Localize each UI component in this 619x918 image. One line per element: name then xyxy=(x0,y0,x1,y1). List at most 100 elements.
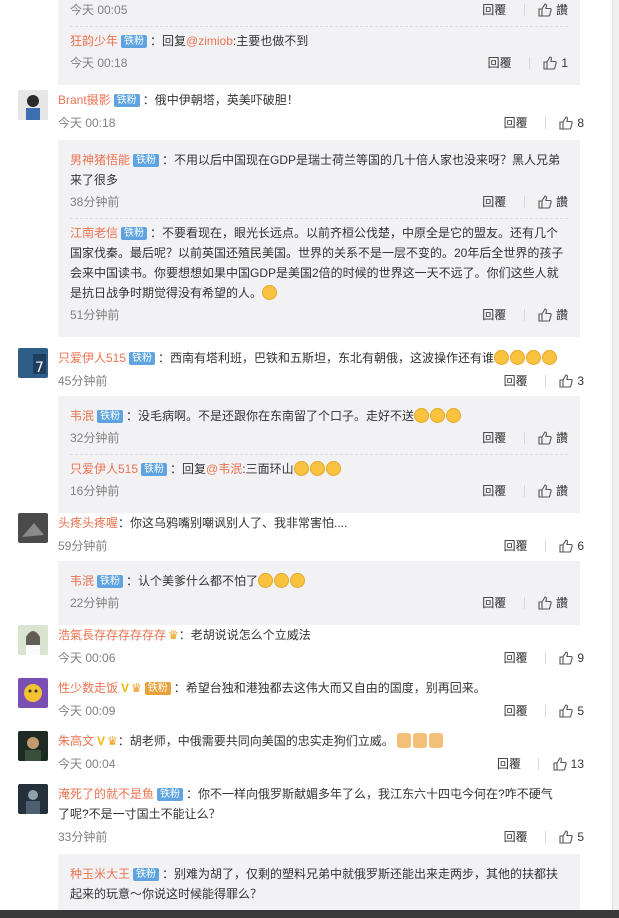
comment-username[interactable]: 淹死了的就不是鱼 xyxy=(58,787,154,801)
comment-text: ：西南有塔利班，巴铁和五斯坦，东北有朝俄，这波操作还有谁 xyxy=(158,351,495,365)
reply-username[interactable]: 江南老信 xyxy=(70,226,118,240)
reply-box: 种玉米大王 铁粉 ：别难为胡了，仅剩的塑料兄弟中就俄罗斯还能出来走两步，其他的扶都扶… xyxy=(58,854,580,910)
comment-username[interactable]: 只爱伊人515 xyxy=(58,351,126,365)
thumbs-up-icon xyxy=(538,195,552,209)
thumbs-up-icon xyxy=(559,374,574,388)
like-button[interactable]: 讚 xyxy=(538,484,568,498)
laugh-emoji-icon xyxy=(258,573,274,588)
reply-prefix: ：回复 xyxy=(150,34,187,48)
like-button[interactable]: 讚 xyxy=(538,431,568,445)
reply-button[interactable]: 回覆 xyxy=(482,431,506,445)
emoji-icon xyxy=(293,461,309,476)
reply-item: 只爱伊人515 铁粉 ：回复@韦泯:三面环山 16分钟前 回覆 讚 xyxy=(70,454,568,507)
reply-username[interactable]: 韦泯 xyxy=(70,409,94,423)
reply-meta: 16分钟前 回覆 讚 xyxy=(70,481,568,501)
reply-meta: 38分钟前 回覆 讚 xyxy=(70,192,568,212)
comment-meta: 59分钟前 回覆 6 xyxy=(58,536,592,556)
reply-text: 狂韵少年 铁粉 ：回复@zimiob:主要也做不到 xyxy=(70,31,568,51)
divider xyxy=(528,57,530,69)
comment-username[interactable]: 性少数走饭 xyxy=(58,681,118,695)
reply-username[interactable]: 男神猪悟能 xyxy=(70,153,130,167)
laugh-emoji-icon xyxy=(414,408,430,423)
reply-username[interactable]: 韦泯 xyxy=(70,574,94,588)
reply-content: :三面环山 xyxy=(242,462,294,476)
reply-item: 种玉米大王 铁粉 ：别难为胡了，仅剩的塑料兄弟中就俄罗斯还能出来走两步，其他的扶都扶… xyxy=(70,860,568,910)
avatar[interactable] xyxy=(18,625,48,655)
reply-item: 男神猪悟能 铁粉 ：不用以后中国现在GDP是瑞士荷兰等国的几十倍人家也没来呀？黑人兄… xyxy=(70,146,568,218)
comment-username[interactable]: 浩氣長存存存存存存 xyxy=(58,628,166,642)
avatar[interactable] xyxy=(18,784,48,814)
comment-username[interactable]: 头疼头疼喔 xyxy=(58,516,118,530)
fan-badge: 铁粉 xyxy=(141,463,168,476)
divider xyxy=(523,309,525,321)
like-button[interactable]: 5 xyxy=(559,830,584,844)
divider xyxy=(523,4,525,16)
reply-time: 38分钟前 xyxy=(70,195,120,209)
mention-link[interactable]: @韦泯 xyxy=(206,462,242,476)
comment-time: 今天 00:18 xyxy=(58,116,116,130)
reply-username[interactable]: 只爱伊人515 xyxy=(70,462,138,476)
like-button[interactable]: 6 xyxy=(559,539,584,553)
reply-button[interactable]: 回覆 xyxy=(504,374,528,388)
reply-button[interactable]: 回覆 xyxy=(482,308,506,322)
comment-username[interactable]: 朱高文 xyxy=(58,734,94,748)
like-button[interactable]: 讚 xyxy=(538,3,568,17)
reply-username[interactable]: 种玉米大王 xyxy=(70,867,130,881)
fan-badge: 铁粉 xyxy=(97,410,124,423)
reply-button[interactable]: 回覆 xyxy=(504,651,528,665)
divider xyxy=(544,117,546,129)
like-button[interactable]: 讚 xyxy=(538,195,568,209)
reply-username[interactable]: 狂韵少年 xyxy=(70,34,118,48)
reply-actions: 回覆 讚 xyxy=(482,305,568,325)
like-button[interactable]: 3 xyxy=(559,374,584,388)
reply-button[interactable]: 回覆 xyxy=(497,757,521,771)
reply-button[interactable]: 回覆 xyxy=(482,3,506,17)
like-button[interactable]: 1 xyxy=(543,56,568,70)
reply-actions: 回覆 讚 xyxy=(482,192,568,212)
thumbs-up-icon xyxy=(538,431,552,445)
comment-time: 今天 00:06 xyxy=(58,651,116,665)
reply-item: 韦泯 铁粉 ：没毛病啊。不是还跟你在东南留了个口子。走好不送 32分钟前 回覆 讚 xyxy=(70,402,568,454)
like-button[interactable]: 13 xyxy=(553,757,584,771)
avatar[interactable]: 7 xyxy=(18,348,48,378)
like-count: 9 xyxy=(577,651,584,665)
vip-crown-icon: ♛ xyxy=(107,734,118,748)
comment-text: ：俄中伊朝塔，英美吓破胆！ xyxy=(142,93,299,107)
like-button[interactable]: 9 xyxy=(559,651,584,665)
comment-time: 今天 00:04 xyxy=(58,757,116,771)
reply-actions: 回覆 讚 xyxy=(482,428,568,448)
comment-actions: 回覆 9 xyxy=(504,648,584,668)
reply-time: 今天 00:18 xyxy=(70,56,128,70)
reply-button[interactable]: 回覆 xyxy=(504,116,528,130)
scrollbar[interactable] xyxy=(612,0,619,910)
like-button[interactable]: 8 xyxy=(559,116,584,130)
avatar[interactable] xyxy=(18,731,48,761)
like-count: 1 xyxy=(561,56,568,70)
reply-button[interactable]: 回覆 xyxy=(482,195,506,209)
avatar[interactable] xyxy=(18,678,48,708)
mention-link[interactable]: @zimiob xyxy=(186,34,233,48)
like-button[interactable]: 5 xyxy=(559,704,584,718)
reply-item: 狂韵少年 铁粉 ：回复@zimiob:主要也做不到 今天 00:18 回覆 1 xyxy=(70,26,568,79)
reply-button[interactable]: 回覆 xyxy=(504,704,528,718)
reply-button[interactable]: 回覆 xyxy=(504,539,528,553)
reply-button[interactable]: 回覆 xyxy=(488,56,512,70)
reply-button[interactable]: 回覆 xyxy=(504,830,528,844)
like-count: 3 xyxy=(577,374,584,388)
comment-body: 浩氣長存存存存存存 ♛：老胡说说怎么个立威法 今天 00:06 回覆 9 xyxy=(58,625,592,668)
reply-box: 韦泯 铁粉 ：认个美爹什么都不怕了 22分钟前 回覆 讚 xyxy=(58,561,580,625)
comment-actions: 回覆 6 xyxy=(504,536,584,556)
reply-button[interactable]: 回覆 xyxy=(482,596,506,610)
comment-username[interactable]: Brant摄影 xyxy=(58,93,111,107)
reply-actions: 回覆 1 xyxy=(488,53,568,73)
vip-crown-icon: ♛ xyxy=(131,681,142,695)
like-button[interactable]: 讚 xyxy=(538,596,568,610)
vip-crown-icon: ♛ xyxy=(168,628,179,642)
reply-button[interactable]: 回覆 xyxy=(482,484,506,498)
avatar[interactable] xyxy=(18,513,48,543)
divider xyxy=(544,375,546,387)
reply-meta: 22分钟前 回覆 讚 xyxy=(70,593,568,613)
avatar[interactable] xyxy=(18,90,48,120)
like-button[interactable]: 讚 xyxy=(538,308,568,322)
comment-body: 只爱伊人515 铁粉 ：西南有塔利班，巴铁和五斯坦，东北有朝俄，这波操作还有谁 45… xyxy=(58,348,592,391)
